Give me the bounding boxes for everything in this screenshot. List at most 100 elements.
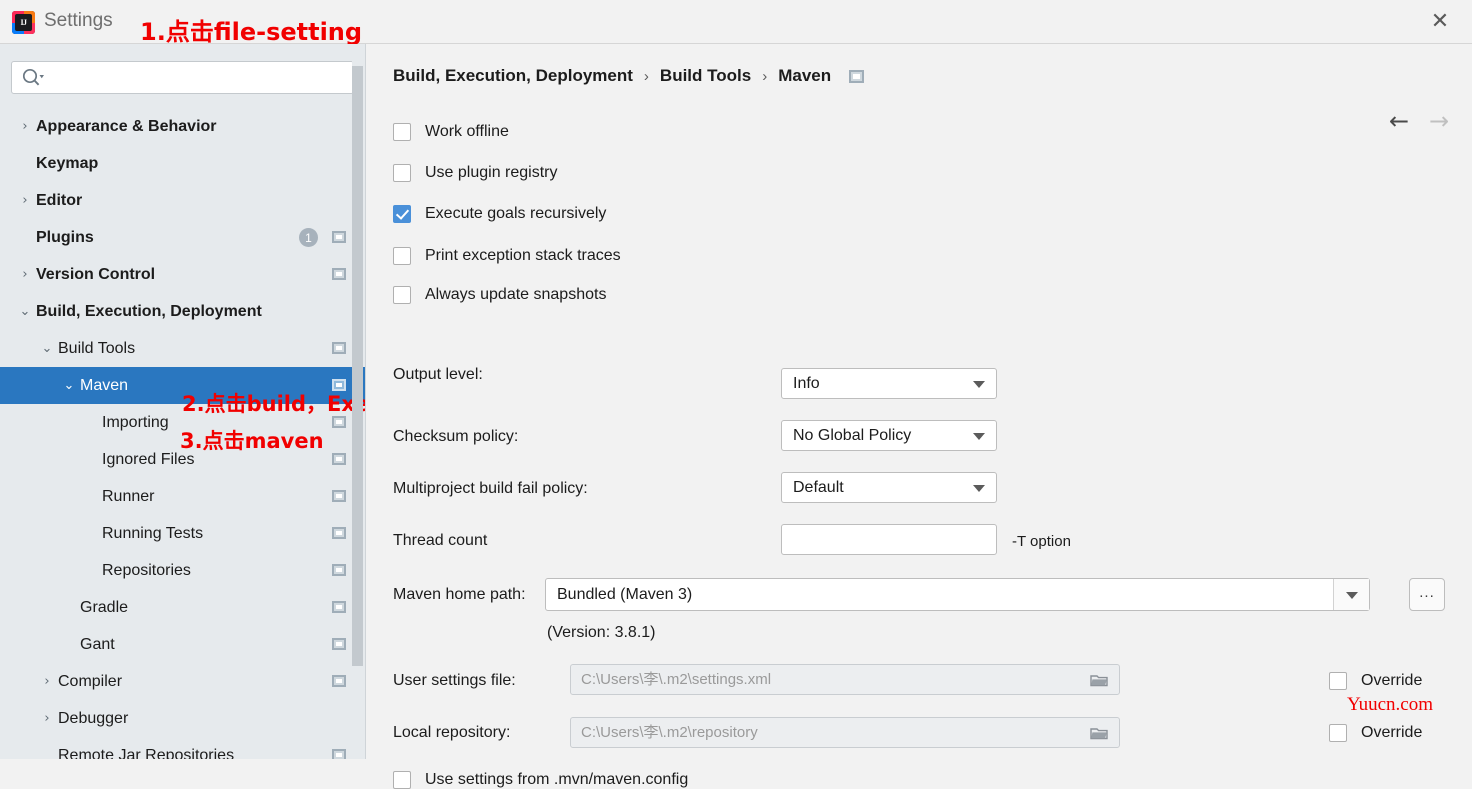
project-scope-icon[interactable]: [332, 416, 346, 428]
project-scope-icon[interactable]: [332, 564, 346, 576]
sidebar-item-keymap[interactable]: ›Keymap: [0, 145, 365, 182]
chevron-right-icon[interactable]: ›: [14, 193, 36, 208]
sidebar-item-runner[interactable]: ›Runner: [0, 478, 365, 515]
sidebar-item-label: Remote Jar Repositories: [58, 746, 235, 760]
output-level-label: Output level:: [393, 366, 483, 383]
sidebar-item-plugins[interactable]: ›Plugins1: [0, 219, 365, 256]
checksum-policy-label: Checksum policy:: [393, 428, 519, 445]
use-mvn-config-row[interactable]: Use settings from .mvn/maven.config: [393, 771, 688, 789]
sidebar-item-label: Debugger: [58, 709, 129, 727]
thread-count-suffix: -T option: [1012, 533, 1071, 550]
checkbox-label: Always update snapshots: [425, 286, 607, 303]
chevron-down-icon: [973, 485, 985, 492]
sidebar-item-version-control[interactable]: › Version Control: [0, 256, 365, 293]
sidebar-item-editor[interactable]: › Editor: [0, 182, 365, 219]
checkbox-use-plugin-registry[interactable]: [393, 164, 411, 182]
sidebar-item-build-tools[interactable]: ⌄ Build Tools: [0, 330, 365, 367]
maven-home-browse-button[interactable]: ...: [1409, 578, 1445, 611]
sidebar-scrollbar-thumb[interactable]: [352, 66, 363, 666]
use-mvn-config-checkbox[interactable]: [393, 771, 411, 789]
checkbox-print-exception-stack-traces[interactable]: [393, 247, 411, 265]
project-scope-icon[interactable]: [332, 527, 346, 539]
maven-version-note: (Version: 3.8.1): [547, 624, 656, 641]
project-scope-icon[interactable]: [332, 601, 346, 613]
project-scope-icon[interactable]: [332, 490, 346, 502]
breadcrumb-part-2[interactable]: Maven: [778, 66, 831, 86]
breadcrumb: Build, Execution, Deployment › Build Too…: [393, 66, 865, 86]
project-scope-icon[interactable]: [332, 379, 346, 391]
checkbox-work-offline[interactable]: [393, 123, 411, 141]
project-scope-icon[interactable]: [332, 749, 346, 759]
sidebar-item-label: Build Tools: [58, 339, 136, 357]
local-repository-input[interactable]: C:\Users\李\.m2\repository: [570, 717, 1120, 748]
maven-home-dropdown[interactable]: Bundled (Maven 3): [545, 578, 1370, 611]
sidebar-item-appearance-behavior[interactable]: › Appearance & Behavior: [0, 108, 365, 145]
local-repository-override-checkbox[interactable]: [1329, 724, 1347, 742]
settings-sidebar: ›Appearance & Behavior›Keymap›Editor›Plu…: [0, 44, 366, 759]
local-repository-override[interactable]: Override: [1329, 724, 1422, 742]
checkbox-row-print-exception-stack-traces[interactable]: Print exception stack traces: [393, 247, 621, 265]
chevron-down-icon[interactable]: ⌄: [58, 378, 80, 393]
navigate-back-icon[interactable]: ←: [1384, 106, 1414, 136]
output-level-value: Info: [793, 374, 820, 392]
multiproject-policy-dropdown[interactable]: Default: [781, 472, 997, 503]
project-scope-icon[interactable]: [332, 231, 346, 243]
sidebar-item-gradle[interactable]: ›Gradle: [0, 589, 365, 626]
sidebar-item-gant[interactable]: ›Gant: [0, 626, 365, 663]
navigate-forward-icon[interactable]: →: [1424, 106, 1454, 136]
maven-home-value: Bundled (Maven 3): [557, 585, 693, 603]
checkbox-row-use-plugin-registry[interactable]: Use plugin registry: [393, 164, 558, 182]
breadcrumb-separator: ›: [643, 67, 649, 85]
folder-icon[interactable]: [1090, 673, 1108, 687]
sidebar-item-label: Version Control: [36, 265, 156, 283]
sidebar-item-maven[interactable]: ⌄ Maven: [0, 367, 365, 404]
sidebar-item-importing[interactable]: ›Importing: [0, 404, 365, 441]
folder-icon[interactable]: [1090, 726, 1108, 740]
project-scope-icon[interactable]: [332, 675, 346, 687]
user-settings-file-value: C:\Users\李\.m2\settings.xml: [581, 671, 772, 688]
user-settings-file-input[interactable]: C:\Users\李\.m2\settings.xml: [570, 664, 1120, 695]
checksum-policy-dropdown[interactable]: No Global Policy: [781, 420, 997, 451]
chevron-down-icon[interactable]: ⌄: [36, 341, 58, 356]
sidebar-item-compiler[interactable]: › Compiler: [0, 663, 365, 700]
chevron-down-icon[interactable]: ⌄: [14, 304, 36, 319]
breadcrumb-part-0[interactable]: Build, Execution, Deployment: [393, 66, 633, 86]
sidebar-item-remote-jar-repositories[interactable]: ›Remote Jar Repositories: [0, 737, 365, 760]
chevron-down-icon[interactable]: [1333, 579, 1369, 610]
search-input[interactable]: [11, 61, 354, 94]
chevron-down-icon: [973, 433, 985, 440]
sidebar-item-repositories[interactable]: ›Repositories: [0, 552, 365, 589]
search-box[interactable]: [11, 61, 354, 94]
sidebar-item-label: Keymap: [36, 154, 99, 172]
checkbox-row-always-update-snapshots[interactable]: Always update snapshots: [393, 286, 606, 304]
settings-tree[interactable]: ›Appearance & Behavior›Keymap›Editor›Plu…: [0, 108, 365, 760]
sidebar-item-label: Editor: [36, 191, 83, 209]
project-scope-icon[interactable]: [332, 638, 346, 650]
project-scope-icon[interactable]: [332, 268, 346, 280]
breadcrumb-part-1[interactable]: Build Tools: [660, 66, 751, 86]
close-icon[interactable]: ✕: [1428, 11, 1452, 35]
checkbox-row-execute-goals-recursively[interactable]: Execute goals recursively: [393, 205, 606, 223]
chevron-right-icon[interactable]: ›: [36, 711, 58, 726]
sidebar-item-label: Gant: [80, 635, 115, 653]
sidebar-item-running-tests[interactable]: ›Running Tests: [0, 515, 365, 552]
project-scope-icon[interactable]: [332, 342, 346, 354]
checkbox-execute-goals-recursively[interactable]: [393, 205, 411, 223]
user-settings-override-checkbox[interactable]: [1329, 672, 1347, 690]
output-level-dropdown[interactable]: Info: [781, 368, 997, 399]
chevron-right-icon[interactable]: ›: [36, 674, 58, 689]
checkbox-row-work-offline[interactable]: Work offline: [393, 123, 509, 141]
thread-count-input[interactable]: [781, 524, 997, 555]
sidebar-item-build-execution-deployment[interactable]: ⌄ Build, Execution, Deployment: [0, 293, 365, 330]
project-scope-icon[interactable]: [849, 69, 865, 83]
sidebar-item-debugger[interactable]: › Debugger: [0, 700, 365, 737]
chevron-right-icon[interactable]: ›: [14, 267, 36, 282]
user-settings-override[interactable]: Override: [1329, 672, 1422, 690]
sidebar-item-label: Build, Execution, Deployment: [36, 302, 262, 320]
checkbox-always-update-snapshots[interactable]: [393, 286, 411, 304]
checkbox-label: Execute goals recursively: [425, 205, 607, 222]
chevron-right-icon[interactable]: ›: [14, 119, 36, 134]
sidebar-item-ignored-files[interactable]: ›Ignored Files: [0, 441, 365, 478]
breadcrumb-separator: ›: [762, 67, 768, 85]
project-scope-icon[interactable]: [332, 453, 346, 465]
